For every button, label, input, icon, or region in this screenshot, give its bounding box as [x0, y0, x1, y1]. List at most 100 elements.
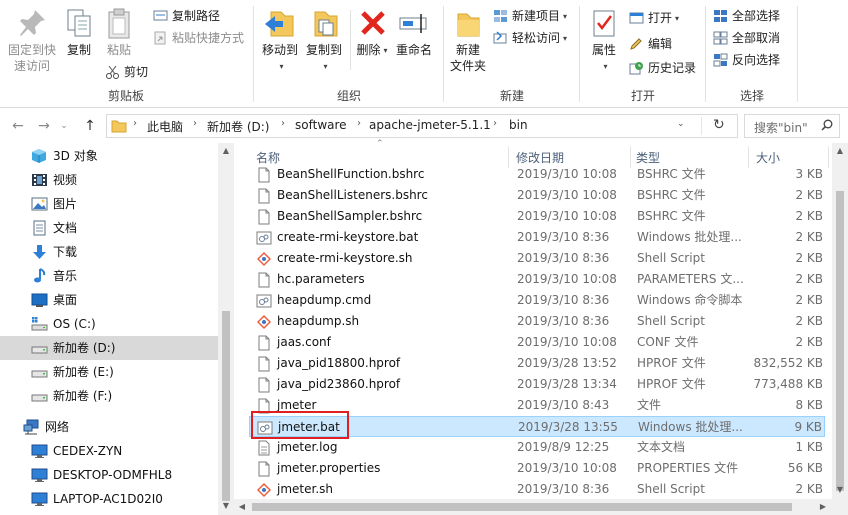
nav-item-computer-desktop[interactable]: DESKTOP-ODMFHL8	[0, 463, 218, 487]
new-item-button[interactable]: 新建项目 ▾	[492, 6, 567, 26]
nav-item-pictures[interactable]: 图片	[0, 192, 218, 216]
scroll-right-arrow-icon[interactable]: ▶	[818, 502, 828, 512]
nav-item-drive-e[interactable]: 新加卷 (E:)	[0, 360, 218, 384]
easy-access-button[interactable]: 轻松访问 ▾	[492, 28, 567, 48]
edit-pencil-icon	[629, 37, 644, 51]
select-all-button[interactable]: 全部选择	[712, 6, 780, 26]
file-row[interactable]: create-rmi-keystore.bat 2019/3/10 8:36 Win…	[249, 227, 825, 248]
copy-path-button[interactable]: 复制路径	[152, 6, 220, 26]
edit-button[interactable]: 编辑	[628, 34, 672, 54]
delete-button[interactable]: 删除 ▾	[356, 4, 388, 59]
paste-shortcut-icon	[153, 31, 168, 45]
horizontal-scrollbar-thumb[interactable]	[252, 503, 792, 511]
nav-item-computer-laptop[interactable]: LAPTOP-AC1D02I0	[0, 487, 218, 511]
search-icon	[821, 119, 833, 131]
search-box[interactable]: 搜索"bin"	[744, 114, 840, 138]
refresh-icon[interactable]: ↻	[713, 117, 725, 133]
nav-item-label: 网络	[45, 420, 70, 434]
select-all-label: 全部选择	[732, 9, 781, 23]
paste-button[interactable]: 粘贴	[102, 4, 136, 58]
file-row[interactable]: heapdump.sh 2019/3/10 8:36 Shell Script 2 K…	[249, 311, 825, 332]
nav-item-label: 新加卷 (F:)	[53, 389, 113, 403]
file-row[interactable]: create-rmi-keystore.sh 2019/3/10 8:36 Shel…	[249, 248, 825, 269]
paste-shortcut-button[interactable]: 粘贴快捷方式	[152, 28, 244, 48]
nav-item-videos[interactable]: 视频	[0, 168, 218, 192]
file-row[interactable]: heapdump.cmd 2019/3/10 8:36 Windows 命令脚本 2 …	[249, 290, 825, 311]
nav-item-drive-d[interactable]: 新加卷 (D:)	[0, 336, 218, 360]
file-icon	[256, 461, 272, 477]
nav-item-documents[interactable]: 文档	[0, 216, 218, 240]
file-row[interactable]: java_pid23860.hprof 2019/3/28 13:34 HPROF …	[249, 374, 825, 395]
breadcrumb-this-pc[interactable]: 此电脑	[147, 118, 183, 135]
horizontal-scrollbar[interactable]: ◀ ▶	[234, 499, 832, 515]
file-date: 2019/3/10 10:08	[517, 188, 617, 202]
file-row[interactable]: jmeter.sh 2019/3/10 8:36 Shell Script 2 KB	[249, 479, 825, 500]
nav-item-label: DESKTOP-ODMFHL8	[53, 468, 173, 482]
nav-item-drive-f[interactable]: 新加卷 (F:)	[0, 384, 218, 408]
file-row[interactable]: hc.parameters 2019/3/10 10:08 PARAMETERS 文…	[249, 269, 825, 290]
scroll-down-arrow-icon[interactable]: ▼	[835, 485, 845, 495]
file-date: 2019/3/10 10:08	[517, 209, 617, 223]
nav-item-network[interactable]: 网络	[0, 415, 218, 439]
file-row[interactable]: java_pid18800.hprof 2019/3/28 13:52 HPROF …	[249, 353, 825, 374]
pin-to-quick-access-button[interactable]: 固定到快 速访问	[4, 4, 60, 74]
file-icon	[256, 356, 272, 372]
breadcrumb-bin[interactable]: bin	[509, 118, 528, 132]
scroll-up-arrow-icon[interactable]: ▲	[835, 146, 845, 156]
nav-scrollbar[interactable]: ▲ ▼	[218, 143, 234, 515]
file-list-scrollbar[interactable]: ▲ ▼	[832, 143, 848, 515]
organize-group: 移动到▾ 复制到▾ 删除 ▾ 重命名 组织	[256, 0, 442, 108]
scroll-up-arrow-icon[interactable]: ▲	[221, 146, 231, 156]
history-button[interactable]: 历史记录	[628, 58, 696, 78]
scroll-down-arrow-icon[interactable]: ▼	[221, 501, 231, 511]
scroll-left-arrow-icon[interactable]: ◀	[237, 502, 247, 512]
file-date: 2019/3/28 13:34	[517, 377, 617, 391]
recent-locations-chevron-icon[interactable]: ⌄	[58, 116, 70, 136]
up-arrow-icon[interactable]: ↑	[80, 116, 100, 136]
breadcrumb-drive-d[interactable]: 新加卷 (D:)	[207, 118, 269, 135]
pin-label-line1: 固定到快	[7, 43, 56, 57]
invert-selection-button[interactable]: 反向选择	[712, 50, 780, 70]
column-separator[interactable]	[828, 146, 829, 168]
open-icon	[629, 11, 644, 25]
nav-item-label: 下载	[53, 245, 78, 259]
nav-item-drive-c[interactable]: OS (C:)	[0, 312, 218, 336]
breadcrumb-software[interactable]: software	[295, 118, 347, 132]
file-row[interactable]: jmeter.log 2019/8/9 12:25 文本文档 1 KB	[249, 437, 825, 458]
nav-scrollbar-thumb[interactable]	[222, 311, 230, 501]
nav-item-3d-objects[interactable]: 3D 对象	[0, 144, 218, 168]
cut-button[interactable]: 剪切	[104, 62, 148, 82]
open-button[interactable]: 打开 ▾	[628, 8, 679, 28]
organize-group-label: 组织	[336, 89, 361, 103]
chevron-down-icon: ▾	[603, 61, 608, 71]
rename-button[interactable]: 重命名	[394, 4, 434, 58]
pictures-icon	[31, 196, 48, 212]
properties-button[interactable]: 属性 ▾	[586, 4, 622, 75]
file-row[interactable]: BeanShellSampler.bshrc 2019/3/10 10:08 BSH…	[249, 206, 825, 227]
drive-icon	[31, 364, 48, 380]
forward-arrow-icon[interactable]: →	[34, 116, 54, 136]
nav-item-music[interactable]: 音乐	[0, 264, 218, 288]
drive-os-icon	[31, 316, 48, 332]
nav-item-downloads[interactable]: 下载	[0, 240, 218, 264]
file-row[interactable]: jmeter.properties 2019/3/10 10:08 PROPERTI…	[249, 458, 825, 479]
invert-selection-icon	[713, 53, 728, 67]
nav-item-desktop[interactable]: 桌面	[0, 288, 218, 312]
file-list-scrollbar-thumb[interactable]	[836, 191, 844, 491]
file-date: 2019/3/28 13:52	[517, 356, 617, 370]
file-row[interactable]: jaas.conf 2019/3/10 10:08 CONF 文件 2 KB	[249, 332, 825, 353]
breadcrumb-apache-jmeter[interactable]: apache-jmeter-5.1.1	[369, 118, 491, 132]
nav-item-computer-cedex[interactable]: CEDEX-ZYN	[0, 439, 218, 463]
copy-to-button[interactable]: 复制到▾	[304, 4, 344, 75]
back-arrow-icon[interactable]: ←	[8, 116, 28, 136]
address-bar[interactable]: › 此电脑 › 新加卷 (D:) › software › apache-jme…	[106, 114, 738, 138]
move-to-button[interactable]: 移动到▾	[260, 4, 300, 75]
address-dropdown-chevron-icon[interactable]: ⌄	[677, 119, 685, 129]
chevron-down-icon: ▾	[563, 11, 568, 21]
copy-button[interactable]: 复制	[62, 4, 96, 58]
file-row[interactable]: BeanShellFunction.bshrc 2019/3/10 10:08 BS…	[249, 164, 825, 185]
select-none-button[interactable]: 全部取消	[712, 28, 780, 48]
file-row[interactable]: BeanShellListeners.bshrc 2019/3/10 10:08 B…	[249, 185, 825, 206]
nav-item-label: OS (C:)	[53, 317, 96, 331]
new-folder-button[interactable]: 新建 文件夹	[448, 4, 488, 74]
